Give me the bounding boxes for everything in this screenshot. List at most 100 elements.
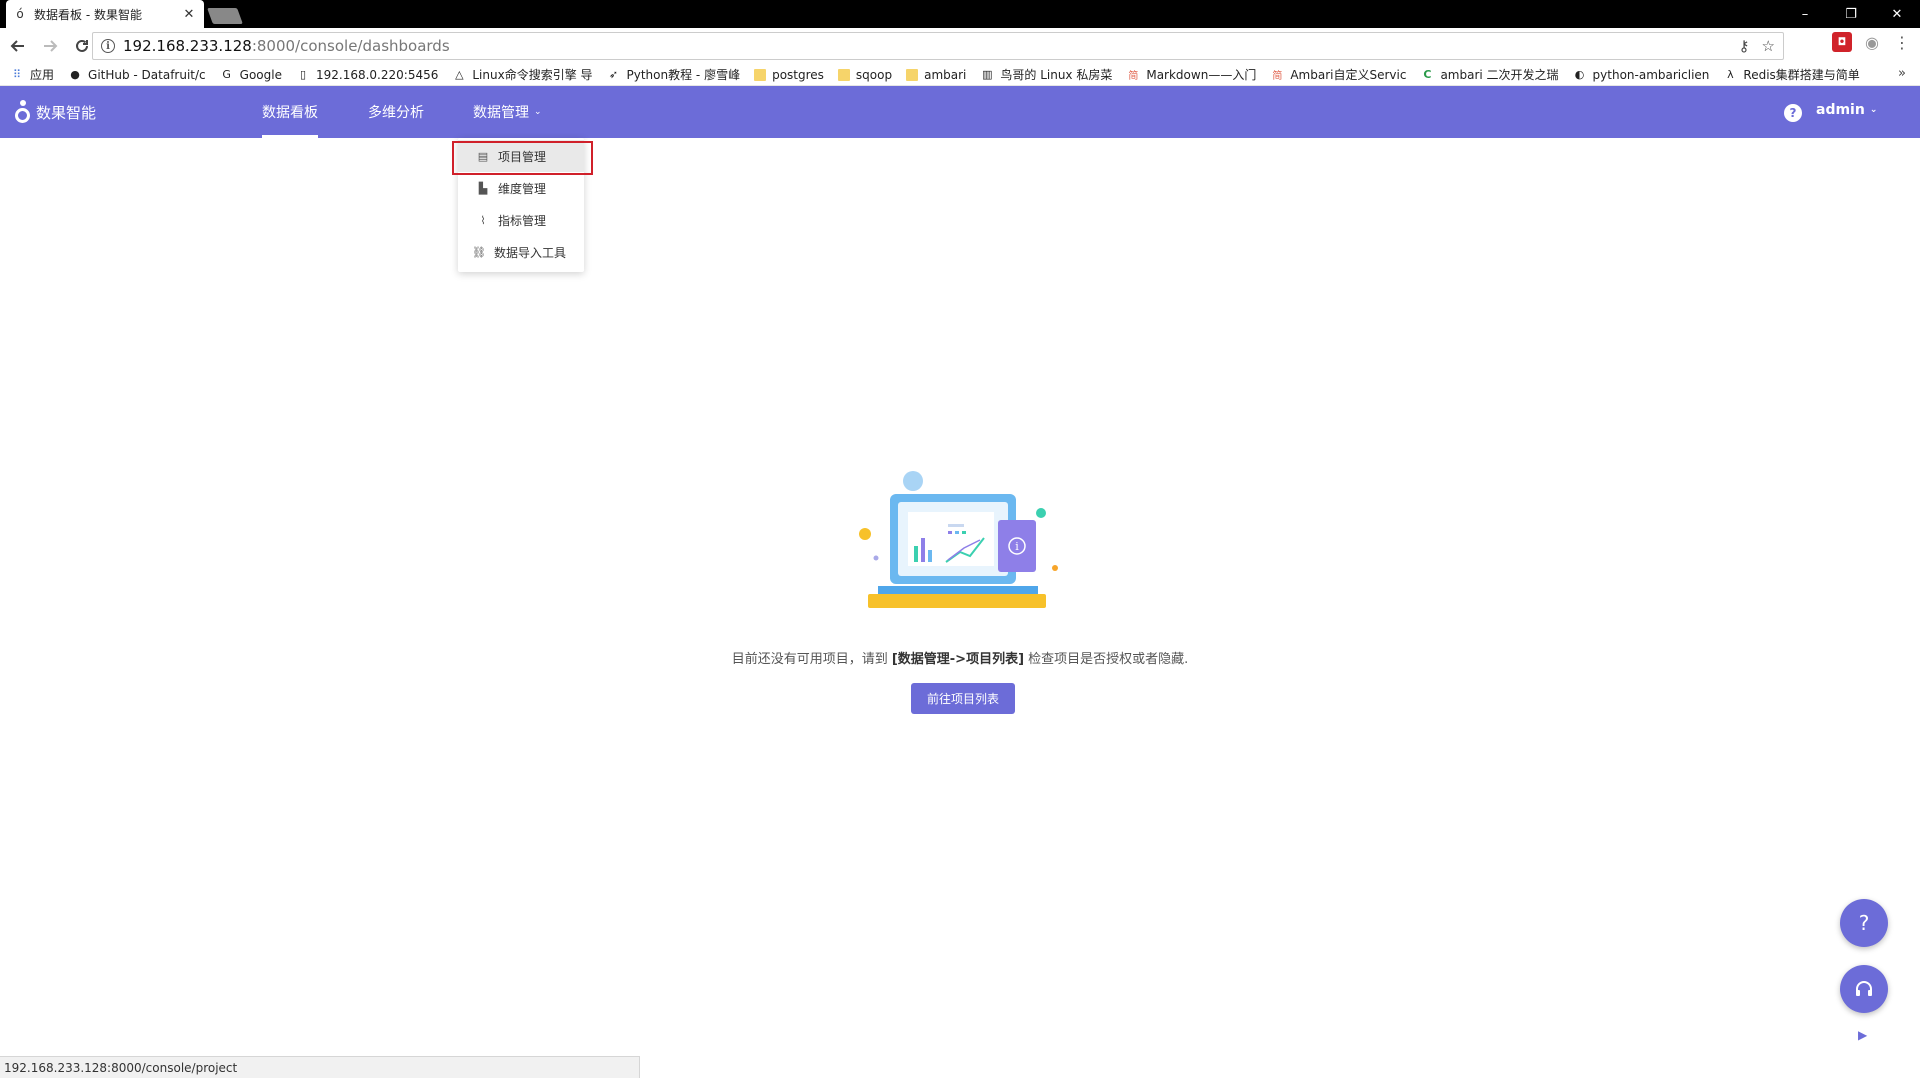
bookmark-label: Redis集群搭建与简单: [1743, 68, 1860, 82]
arrow-left-icon: [10, 40, 24, 52]
key-icon[interactable]: ⚷: [1739, 37, 1750, 55]
extension-icons: ◘ ◉ ⋮: [1832, 32, 1912, 52]
app-logo[interactable]: 数果智能: [14, 100, 96, 124]
folder-icon: [837, 68, 850, 81]
site-favicon-icon: ó: [16, 7, 24, 21]
c-icon: C: [1423, 68, 1432, 81]
extension-grey-icon[interactable]: ◉: [1862, 32, 1882, 52]
bookmark-item[interactable]: ➶ Python教程 - 廖雪峰: [607, 66, 741, 83]
highlight-annotation-box: [452, 141, 593, 175]
restore-button[interactable]: ❐: [1828, 0, 1874, 28]
window-controls: – ❐ ✕: [1782, 0, 1920, 28]
empty-state-prefix: 目前还没有可用项目，请到: [731, 652, 892, 667]
nav-data-management[interactable]: 数据管理 ⌄: [473, 86, 542, 138]
star-icon[interactable]: ☆: [1762, 37, 1775, 55]
apps-grid-icon: ⠿: [12, 68, 22, 81]
browser-status-bar: 192.168.233.128:8000/console/project: [0, 1056, 640, 1078]
rocket-icon: ➶: [608, 68, 619, 81]
bookmark-label: postgres: [772, 67, 824, 82]
browser-toolbar: i 192.168.233.128:8000/console/dashboard…: [0, 28, 1920, 64]
arrow-right-icon: [44, 40, 58, 52]
linux-icon: △: [455, 68, 464, 81]
bookmark-item[interactable]: 简 Markdown——入门: [1126, 66, 1256, 83]
bookmark-label: Python教程 - 廖雪峰: [626, 68, 741, 82]
user-name: admin: [1816, 102, 1865, 118]
url-host: 192.168.233.128: [123, 37, 252, 55]
folder-icon: [754, 68, 767, 81]
folder-icon: [906, 68, 919, 81]
bookmark-item[interactable]: 简 Ambari自定义Servic: [1270, 66, 1406, 83]
url-path: :8000/console/dashboards: [251, 37, 450, 55]
minimize-button[interactable]: –: [1782, 0, 1828, 28]
bookmark-item[interactable]: postgres: [754, 68, 824, 82]
page-icon: ▯: [299, 68, 307, 81]
google-icon: G: [222, 68, 231, 81]
github-icon: ●: [70, 68, 80, 81]
bookmark-item[interactable]: ambari: [906, 68, 966, 82]
lambda-icon: λ: [1727, 68, 1734, 81]
info-icon[interactable]: i: [101, 39, 115, 53]
new-tab-button[interactable]: [207, 8, 243, 24]
address-bar[interactable]: i 192.168.233.128:8000/console/dashboard…: [92, 32, 1784, 60]
bookmark-item[interactable]: Cambari 二次开发之瑞: [1420, 66, 1558, 83]
browser-tab-bar: ó 数据看板 - 数果智能 ✕ – ❐ ✕: [0, 0, 1920, 28]
menu-item-dimension-management[interactable]: ▙ 维度管理: [458, 172, 584, 204]
jianshu-icon: 简: [1128, 71, 1139, 82]
forward-button[interactable]: [36, 32, 64, 60]
extension-red-icon[interactable]: ◘: [1832, 32, 1852, 52]
bookmark-item[interactable]: ◐ python-ambariclien: [1573, 68, 1710, 82]
bookmark-label: Google: [239, 67, 282, 82]
link-icon: ⛓: [472, 245, 486, 259]
menu-item-label: 指标管理: [498, 213, 547, 228]
menu-item-metric-management[interactable]: ⌇ 指标管理: [458, 204, 584, 236]
bookmark-item[interactable]: △ Linux命令搜索引擎 导: [452, 66, 592, 83]
nav-dashboards-label: 数据看板: [262, 105, 318, 121]
logo-text: 数果智能: [36, 103, 97, 122]
help-fab-button[interactable]: ?: [1840, 899, 1888, 947]
go-to-project-list-button[interactable]: 前往项目列表: [911, 683, 1015, 714]
browser-menu-icon[interactable]: ⋮: [1892, 32, 1912, 52]
reload-icon: [76, 39, 88, 52]
headset-icon: [1856, 981, 1872, 996]
close-window-button[interactable]: ✕: [1874, 0, 1920, 28]
nav-dashboards[interactable]: 数据看板: [262, 86, 318, 138]
menu-item-data-import-tool[interactable]: ⛓ 数据导入工具: [458, 236, 584, 268]
nav-analysis[interactable]: 多维分析: [368, 86, 424, 138]
help-icon[interactable]: ?: [1784, 104, 1802, 122]
bookmark-label: ambari: [924, 67, 967, 82]
jianshu-icon: 简: [1272, 71, 1283, 82]
bookmarks-overflow-icon[interactable]: »: [1898, 66, 1906, 81]
bar-chart-icon: ▙: [478, 181, 488, 195]
bookmark-label: Linux命令搜索引擎 导: [472, 68, 593, 82]
bookmarks-bar: ⠿ 应用 ● GitHub - Datafruit/c G Google ▯ 192.168.…: [0, 64, 1920, 86]
bookmark-item[interactable]: ▥ 鸟哥的 Linux 私房菜: [980, 66, 1112, 83]
bookmark-item[interactable]: λ Redis集群搭建与简单: [1723, 66, 1860, 83]
empty-state-emphasis: [数据管理->项目列表]: [891, 652, 1025, 667]
bird-icon: ▥: [982, 68, 993, 81]
bookmark-label: 应用: [30, 68, 55, 82]
bookmark-item[interactable]: ⠿ 应用: [10, 66, 54, 83]
chevron-down-icon: ⌄: [534, 107, 542, 117]
bookmark-item[interactable]: G Google: [220, 68, 282, 82]
menu-item-label: 维度管理: [498, 181, 547, 196]
python-icon: ◐: [1574, 68, 1585, 81]
tab-title: 数据看板 - 数果智能: [34, 7, 142, 22]
browser-tab[interactable]: ó 数据看板 - 数果智能 ✕: [6, 0, 204, 28]
empty-state-illustration: i: [859, 471, 1058, 608]
line-chart-icon: ⌇: [480, 213, 486, 227]
back-button[interactable]: [4, 32, 32, 60]
app-navbar: 数果智能 数据看板 多维分析 数据管理 ⌄ ? admin ⌄: [0, 86, 1920, 138]
question-icon: ?: [1858, 911, 1870, 935]
collapse-arrow-icon[interactable]: ▶: [1858, 1028, 1867, 1042]
tab-close-icon[interactable]: ✕: [182, 7, 196, 22]
bookmark-label: 192.168.0.220:5456: [315, 67, 439, 82]
empty-state-message: 目前还没有可用项目，请到 [数据管理->项目列表] 检查项目是否授权或者隐藏.: [0, 648, 1920, 667]
bookmark-item[interactable]: ● GitHub - Datafruit/c: [68, 68, 205, 82]
bookmark-label: sqoop: [855, 67, 893, 82]
bookmark-item[interactable]: ▯ 192.168.0.220:5456: [296, 68, 438, 82]
svg-text:i: i: [1015, 540, 1019, 553]
customer-support-button[interactable]: [1840, 965, 1888, 1013]
logo-icon: [14, 100, 32, 124]
user-menu[interactable]: admin ⌄: [1816, 102, 1877, 118]
bookmark-item[interactable]: sqoop: [837, 67, 893, 82]
